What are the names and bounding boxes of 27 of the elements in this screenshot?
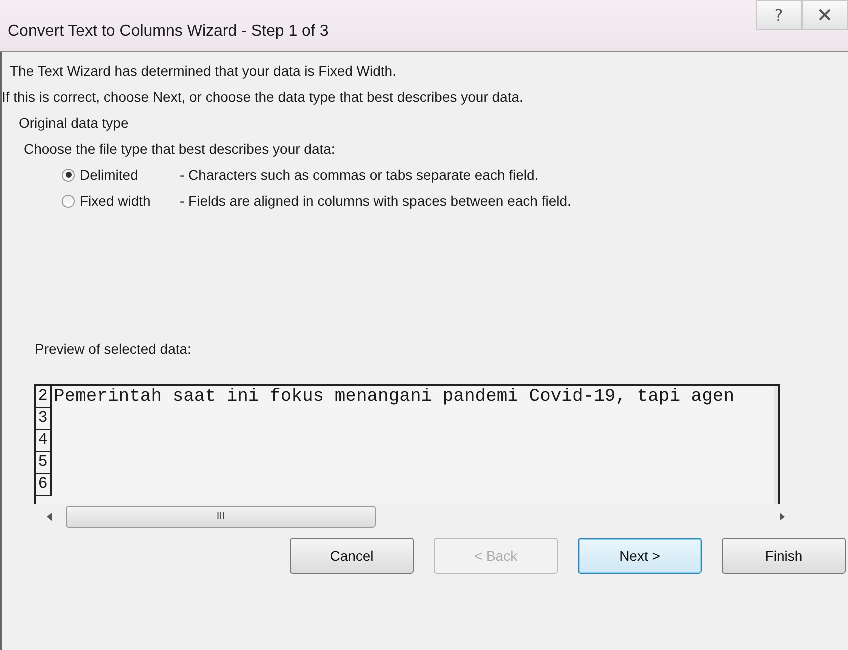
close-button[interactable] (802, 0, 848, 30)
radio-button[interactable] (62, 168, 75, 182)
help-button[interactable]: ? (756, 0, 802, 30)
scroll-left-icon[interactable] (46, 512, 54, 522)
window-title: Convert Text to Columns Wizard - Step 1 of 3 (8, 23, 329, 41)
scroll-right-icon[interactable] (778, 512, 786, 522)
option-description: - Fields are aligned in columns with spaces between each field. (180, 193, 572, 209)
option-label[interactable]: Delimited (80, 167, 180, 183)
intro-text: The Text Wizard has determined that your data is Fixed Width. (10, 62, 398, 81)
dialog-button[interactable]: Next > (578, 538, 702, 574)
preview-text: Pemerintah saat ini fokus menangani pandemi Covid-19, tapi agen (53, 387, 735, 407)
dialog-button[interactable]: Cancel (290, 538, 414, 574)
intro-text: If this is correct, choose Next, or choose the data type that best describes your data. (2, 88, 524, 107)
prompt-text: Choose the file type that best describes your data: (24, 140, 336, 159)
option-description: - Characters such as commas or tabs separate each field. (180, 167, 539, 183)
option-label[interactable]: Fixed width (80, 193, 180, 209)
radio-button[interactable] (62, 194, 75, 208)
line-number: 5 (36, 452, 52, 474)
scrollbar-thumb[interactable]: III (66, 506, 376, 528)
dialog-button[interactable]: Finish (722, 538, 846, 574)
line-number: 6 (36, 474, 52, 496)
group-title: Original data type (19, 114, 130, 133)
line-number: 3 (36, 408, 52, 430)
line-number: 4 (36, 430, 52, 452)
line-number: 2 (36, 386, 52, 408)
preview-label: Preview of selected data: (35, 340, 192, 359)
close-icon (818, 9, 832, 21)
